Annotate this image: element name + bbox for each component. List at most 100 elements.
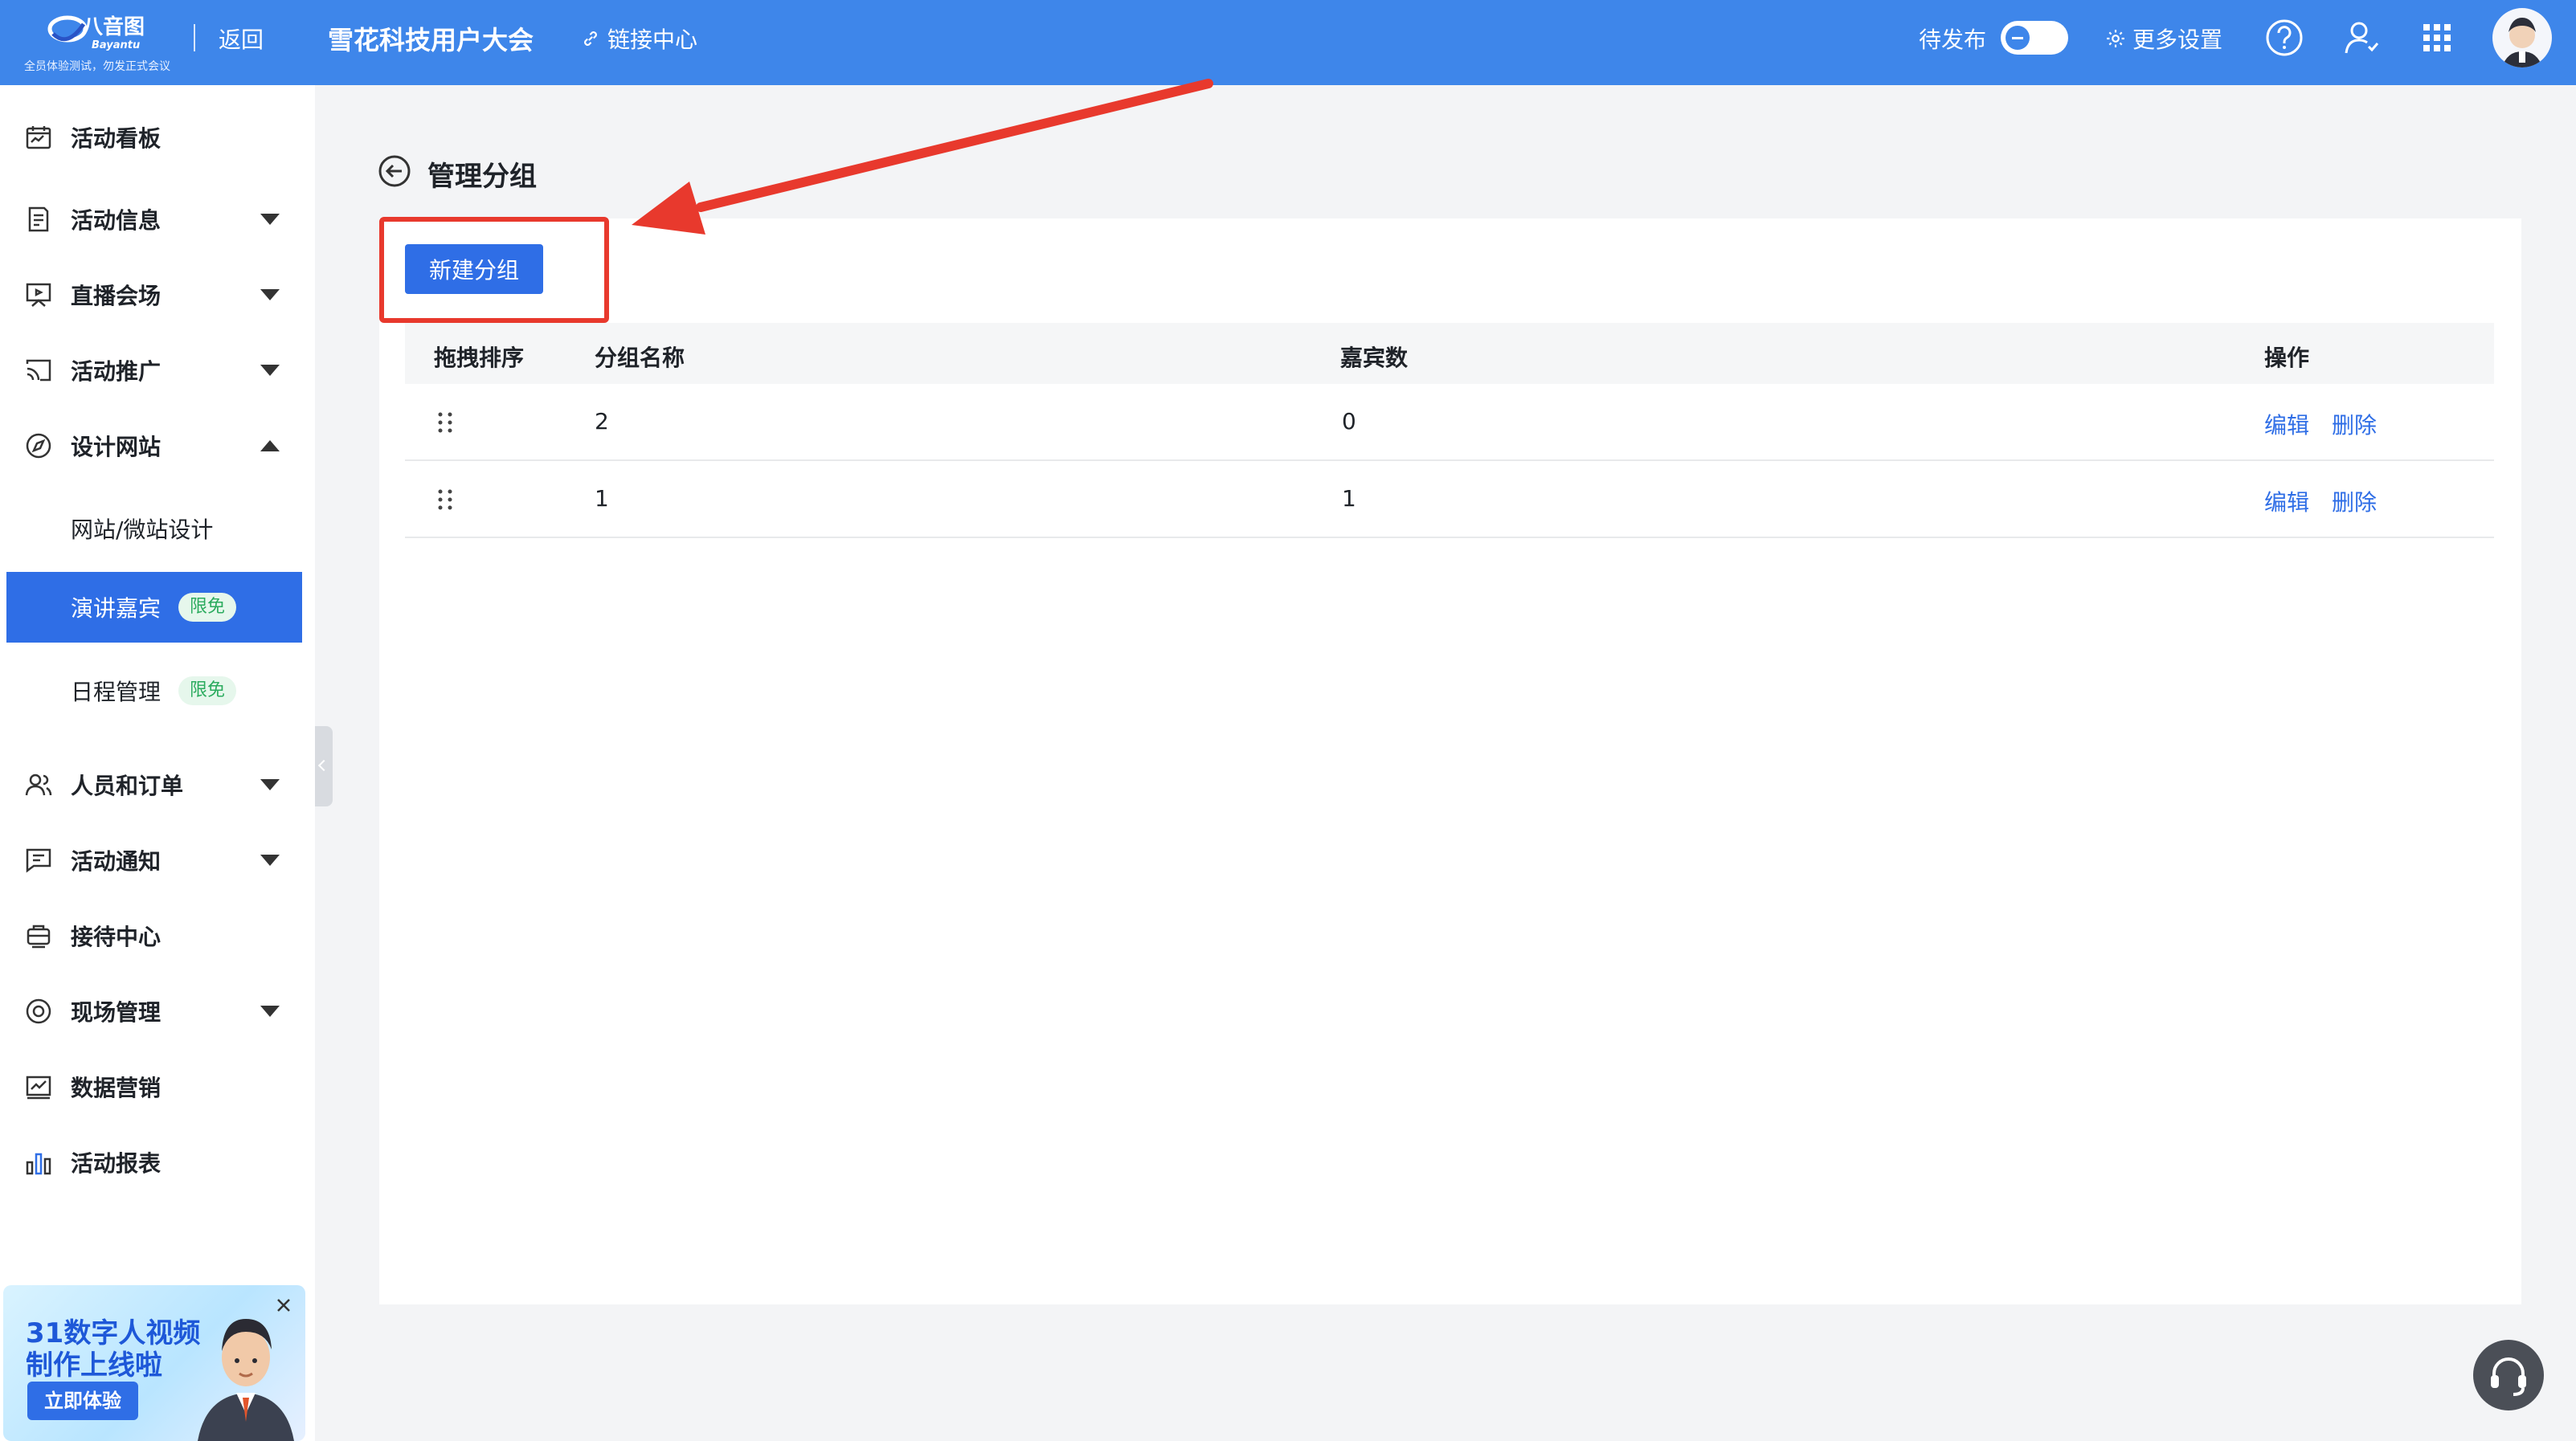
sidebar-collapse-handle[interactable] [315,726,333,806]
column-header-actions: 操作 [2264,345,2310,371]
sidebar-item-notifications[interactable]: 活动通知 [0,832,315,888]
promo-cta-button[interactable]: 立即体验 [27,1382,138,1420]
target-icon [26,998,51,1024]
user-icon[interactable] [2341,18,2382,58]
column-header-count: 嘉宾数 [1340,345,1409,371]
top-header: 八音图 Bayantu 全员体验测试，勿发正式会议 返回 雪花科技用户大会 链接… [0,0,2576,85]
sidebar-item-label: 人员和订单 [71,773,184,799]
chart-line-icon [26,1076,51,1100]
bar-chart-icon [26,1153,51,1175]
back-arrow-icon[interactable] [378,154,411,188]
sidebar-subitem-schedule[interactable]: 日程管理 限免 [6,655,302,726]
svg-text:Bayantu: Bayantu [92,39,140,51]
more-settings-label: 更多设置 [2132,27,2223,53]
publish-toggle[interactable] [2001,21,2068,55]
gear-icon [2107,30,2124,47]
help-icon[interactable] [2264,18,2304,58]
avatar[interactable] [2492,8,2552,67]
free-badge: 限免 [178,676,237,705]
brand-logo[interactable]: 八音图 Bayantu 全员体验测试，勿发正式会议 [24,10,177,73]
group-name-cell: 1 [595,485,609,512]
logo-tagline: 全员体验测试，勿发正式会议 [24,60,170,73]
delete-link[interactable]: 删除 [2332,485,2377,517]
compass-icon [26,433,51,459]
sidebar-subitem-speakers[interactable]: 演讲嘉宾 限免 [6,572,302,643]
sidebar-subitem-label: 网站/微站设计 [71,516,214,543]
sidebar-item-live-venue[interactable]: 直播会场 [0,267,315,323]
edit-link[interactable]: 编辑 [2264,408,2309,440]
sidebar-item-label: 设计网站 [71,434,162,460]
svg-text:八音图: 八音图 [82,14,145,39]
sidebar-item-promotion[interactable]: 活动推广 [0,342,315,398]
sidebar-item-dashboard[interactable]: 活动看板 [0,109,315,165]
sidebar-item-label: 活动报表 [71,1150,162,1177]
avatar-image-icon [2502,18,2542,67]
guest-count-cell: 1 [1342,485,1356,512]
calendar-board-icon [26,126,51,149]
sidebar-item-activity-info[interactable]: 活动信息 [0,191,315,247]
caret-down-icon [260,214,280,225]
header-divider [194,24,195,51]
reception-icon [27,925,51,949]
group-name-cell: 2 [595,408,609,435]
sidebar-item-label: 活动通知 [71,848,162,875]
sidebar-item-reception[interactable]: 接待中心 [0,908,315,964]
sidebar-item-onsite[interactable]: 现场管理 [0,983,315,1039]
column-header-name: 分组名称 [595,345,685,371]
sidebar-subitem-label: 演讲嘉宾 [71,595,162,622]
apps-grid-icon[interactable] [2417,18,2457,58]
table-row: 1 1 编辑 删除 [405,461,2494,538]
sidebar-item-label: 活动信息 [71,207,162,234]
drag-handle-icon[interactable] [435,410,455,435]
people-icon [25,774,52,796]
toggle-knob [2006,26,2030,50]
sidebar-subitem-label: 日程管理 [71,679,162,705]
publish-status-label: 待发布 [1919,27,1987,53]
back-link[interactable]: 返回 [219,22,264,55]
headset-icon [2491,1357,2526,1396]
caret-down-icon [260,779,280,790]
caret-down-icon [260,365,280,376]
drag-handle-icon[interactable] [435,487,455,512]
live-screen-icon [26,283,51,307]
page-header: 管理分组 [378,151,537,193]
message-icon [26,848,51,873]
cast-icon [26,359,51,382]
sidebar-item-label: 接待中心 [71,924,162,950]
sidebar-item-label: 活动看板 [71,125,162,152]
link-center-button[interactable]: 链接中心 [580,22,697,55]
document-icon [28,206,49,232]
caret-down-icon [260,855,280,866]
sidebar-item-label: 数据营销 [71,1075,162,1101]
sidebar-item-design-site[interactable]: 设计网站 [0,418,315,474]
event-title: 雪花科技用户大会 [328,25,534,55]
caret-down-icon [260,289,280,300]
sidebar-item-label: 现场管理 [71,999,162,1026]
sidebar-item-label: 活动推广 [71,358,162,385]
sidebar-item-data-marketing[interactable]: 数据营销 [0,1059,315,1115]
more-settings-button[interactable]: 更多设置 [2105,22,2222,55]
annotation-highlight-box [379,217,609,323]
customer-support-button[interactable] [2473,1340,2544,1410]
page-title: 管理分组 [427,161,537,193]
sidebar-item-people-orders[interactable]: 人员和订单 [0,757,315,813]
sidebar-item-label: 直播会场 [71,283,162,309]
table-header: 拖拽排序 分组名称 嘉宾数 操作 [405,323,2494,384]
edit-link[interactable]: 编辑 [2264,485,2309,517]
brand-logo-icon: 八音图 Bayantu [47,14,145,51]
promo-banner[interactable]: 31数字人视频 制作上线啦 立即体验 [3,1285,305,1441]
promo-line-2: 制作上线啦 [26,1349,162,1382]
caret-up-icon [260,440,280,451]
table-row: 2 0 编辑 删除 [405,384,2494,461]
free-badge: 限免 [178,593,237,622]
sidebar: 活动看板 活动信息 直播会场 活动推广 设计网站 网站/微站设计 演讲嘉宾 限免… [0,85,315,1441]
digital-human-illustration-icon [198,1319,294,1441]
delete-link[interactable]: 删除 [2332,408,2377,440]
column-header-sort: 拖拽排序 [434,345,525,371]
sidebar-subitem-site-design[interactable]: 网站/微站设计 [6,493,302,564]
link-center-label: 链接中心 [607,27,698,53]
guest-count-cell: 0 [1342,408,1356,435]
caret-down-icon [260,1006,280,1017]
link-icon [584,31,597,46]
sidebar-item-reports[interactable]: 活动报表 [0,1134,315,1190]
